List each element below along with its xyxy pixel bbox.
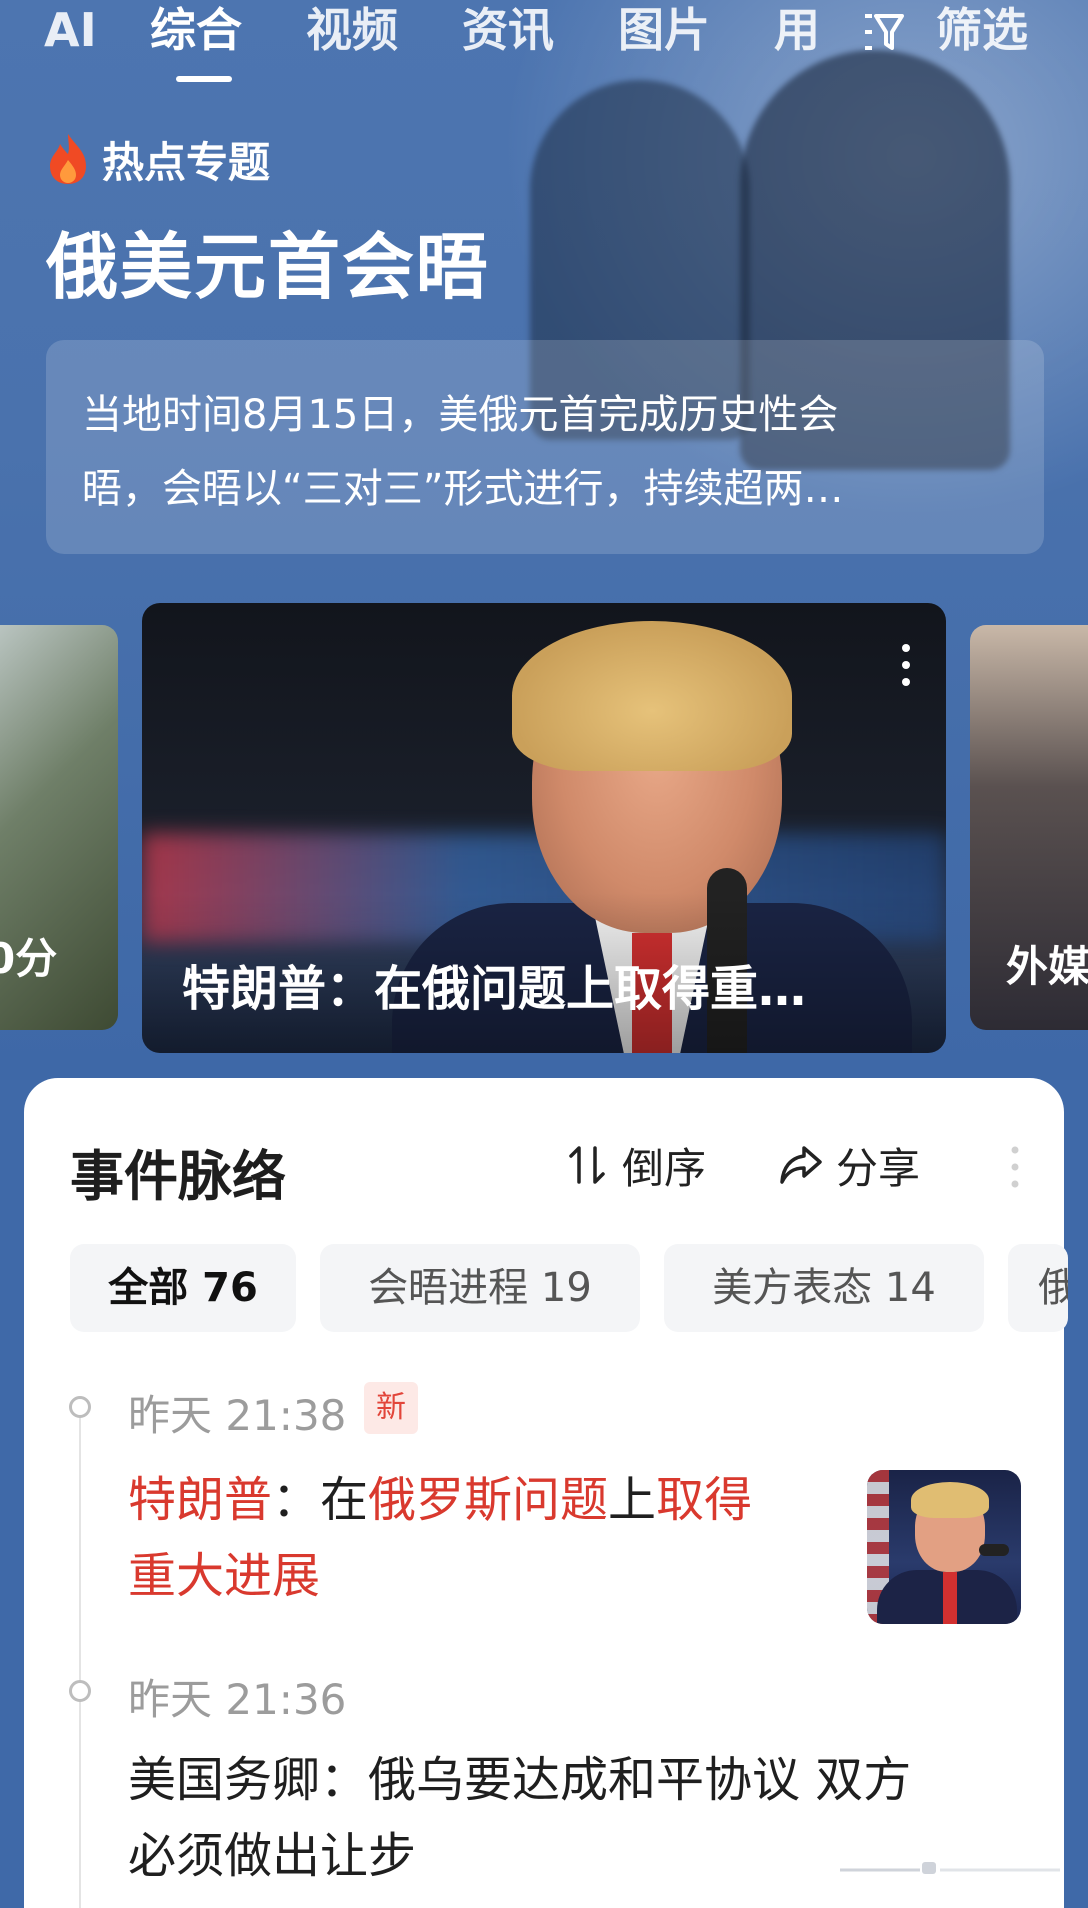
flame-icon <box>50 134 86 184</box>
tab-images[interactable]: 图片 <box>618 0 710 60</box>
summary-line-1: 当地时间8月15日，美俄元首完成历史性会 <box>82 392 839 438</box>
timeline-card: 事件脉络 倒序 分享 全部 76 会晤进程 19 美方表态 14 俄 昨天 21… <box>24 1078 1068 1908</box>
carousel-card-next[interactable]: 外媒 <box>970 625 1088 1030</box>
event-thumbnail[interactable] <box>867 1470 1021 1624</box>
tab-ai[interactable]: AI <box>44 0 97 60</box>
chip-us-stance[interactable]: 美方表态 14 <box>664 1244 984 1332</box>
topic-title[interactable]: 俄美元首会晤 <box>46 208 490 313</box>
headline-part: 上 <box>608 1472 657 1528</box>
sort-button[interactable]: 倒序 <box>564 1140 706 1193</box>
headline-line-1: 美国务卿：俄乌要达成和平协议 双方 <box>128 1752 912 1808</box>
tab-news[interactable]: 资讯 <box>462 0 554 60</box>
event-time: 昨天 21:38 <box>128 1391 347 1440</box>
headline-part: 取得 <box>656 1472 753 1528</box>
tab-comprehensive[interactable]: 综合 <box>150 0 242 60</box>
portrait-hair <box>512 621 792 771</box>
share-button[interactable]: 分享 <box>778 1140 920 1193</box>
chip-russia[interactable]: 俄 <box>1008 1244 1068 1332</box>
event-time: 昨天 21:36 <box>128 1675 347 1724</box>
more-options-icon[interactable] <box>892 640 920 690</box>
active-tab-indicator <box>176 76 232 82</box>
headline-part: 特朗普 <box>128 1472 273 1528</box>
tab-use[interactable]: 用 <box>774 0 820 60</box>
sort-label: 倒序 <box>622 1143 707 1193</box>
top-nav: AI 综合 视频 资讯 图片 用 筛选 <box>0 0 1088 82</box>
headline-part: ：在 <box>272 1472 369 1528</box>
tab-video[interactable]: 视频 <box>306 0 398 60</box>
filter-label[interactable]: 筛选 <box>936 0 1028 60</box>
thumb-hair <box>911 1482 989 1518</box>
carousel-next-caption: 外媒 <box>1006 942 1088 991</box>
topic-summary-card[interactable]: 当地时间8月15日，美俄元首完成历史性会 晤，会晤以“三对三”形式进行，持续超两… <box>46 340 1044 554</box>
headline-part: 重大进展 <box>128 1548 321 1604</box>
hot-topic-label: 热点专题 <box>46 132 270 187</box>
timeline-more-icon[interactable] <box>1008 1144 1022 1190</box>
timeline-title: 事件脉络 <box>70 1145 286 1208</box>
carousel-prev-caption: 0分 <box>0 934 58 983</box>
carousel-main-caption: 特朗普：在俄问题上取得重… <box>182 961 807 1017</box>
hot-topic-text: 热点专题 <box>102 137 271 187</box>
event-headline[interactable]: 特朗普：在俄罗斯问题上取得重大进展 <box>128 1462 828 1614</box>
share-label: 分享 <box>836 1143 921 1193</box>
scroll-indicator-icon <box>840 1862 1060 1874</box>
filter-icon[interactable] <box>862 10 904 54</box>
carousel-card-main[interactable]: 特朗普：在俄问题上取得重… <box>142 603 946 1053</box>
chip-all[interactable]: 全部 76 <box>70 1244 296 1332</box>
thumb-tie <box>943 1572 957 1624</box>
timeline-dot <box>69 1680 91 1702</box>
summary-line-2: 晤，会晤以“三对三”形式进行，持续超两… <box>82 466 844 512</box>
headline-line-2: 必须做出让步 <box>128 1828 417 1884</box>
headline-part: 俄罗斯问题 <box>368 1472 609 1528</box>
carousel-card-prev[interactable]: 0分 <box>0 625 118 1030</box>
timeline-line <box>79 1418 81 1908</box>
share-icon <box>780 1146 822 1184</box>
chip-meeting-progress[interactable]: 会晤进程 19 <box>320 1244 640 1332</box>
thumb-mic <box>979 1544 1009 1556</box>
timeline-dot <box>69 1396 91 1418</box>
sort-icon <box>569 1146 605 1184</box>
new-badge: 新 <box>364 1382 418 1434</box>
